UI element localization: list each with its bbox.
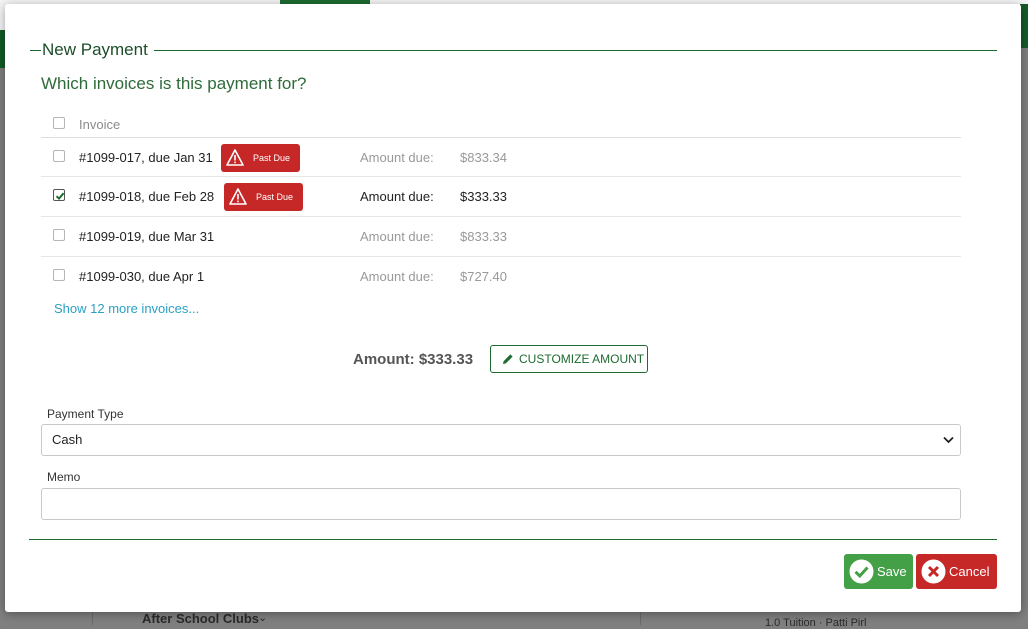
invoice-row[interactable]: #1099-018, due Feb 28 Past Due Amount du… (41, 177, 961, 217)
save-button[interactable]: Save (844, 554, 913, 589)
warning-icon (226, 149, 244, 166)
select-all-checkbox[interactable] (53, 117, 65, 129)
cancel-label: Cancel (949, 564, 990, 579)
invoice-label: #1099-017, due Jan 31 (79, 150, 213, 165)
invoice-table: Invoice #1099-017, due Jan 31 Past Due A… (41, 106, 961, 295)
invoice-checkbox[interactable] (53, 150, 65, 162)
title-divider-right (154, 50, 997, 51)
amount-due-value: $333.33 (460, 189, 507, 204)
title-divider-left (30, 50, 41, 51)
invoice-row[interactable]: #1099-017, due Jan 31 Past Due Amount du… (41, 138, 961, 177)
invoice-table-header: Invoice (41, 106, 961, 138)
x-circle-icon (921, 559, 946, 584)
amount-due-label: Amount due: (360, 189, 434, 204)
badge-label: Past Due (253, 153, 291, 163)
payment-type-label: Payment Type (47, 407, 124, 421)
chevron-down-icon: ⌄ (258, 612, 268, 624)
memo-label: Memo (47, 470, 81, 484)
amount-due-value: $727.40 (460, 269, 507, 284)
invoice-label: #1099-030, due Apr 1 (79, 269, 205, 284)
chevron-down-icon (943, 436, 954, 444)
amount-due-value: $833.34 (460, 150, 507, 165)
payment-type-select[interactable]: Cash (41, 424, 961, 456)
past-due-badge: Past Due (221, 144, 301, 172)
check-circle-icon (849, 559, 874, 584)
invoice-row[interactable]: #1099-030, due Apr 1 Amount due: $727.40 (41, 257, 961, 295)
warning-icon (229, 188, 247, 205)
invoice-question: Which invoices is this payment for? (41, 74, 307, 93)
modal-title-row: New Payment (30, 40, 997, 62)
past-due-badge: Past Due (224, 183, 304, 211)
badge-label: Past Due (256, 192, 294, 202)
invoice-checkbox[interactable] (53, 269, 65, 281)
new-payment-modal: New Payment Which invoices is this payme… (5, 4, 1021, 612)
amount-due-label: Amount due: (360, 229, 434, 244)
customize-amount-button[interactable]: CUSTOMIZE AMOUNT (490, 345, 648, 373)
invoice-checkbox[interactable] (53, 189, 65, 201)
invoice-label: #1099-018, due Feb 28 (79, 189, 215, 204)
background-misc-text: 1.0 Tuition · Patti Pirl (765, 617, 867, 629)
show-more-invoices-link[interactable]: Show 12 more invoices... (54, 301, 199, 316)
checkmark-icon (55, 192, 65, 201)
invoice-checkbox[interactable] (53, 229, 65, 241)
invoice-column-header: Invoice (79, 117, 121, 132)
invoice-label: #1099-019, due Mar 31 (79, 229, 215, 244)
memo-input[interactable] (41, 488, 961, 520)
background-section-label: After School Clubs (142, 611, 260, 626)
customize-amount-label: CUSTOMIZE AMOUNT (519, 352, 645, 366)
payment-type-value: Cash (52, 432, 83, 447)
pencil-icon (503, 354, 513, 364)
save-label: Save (877, 564, 907, 579)
modal-title: New Payment (42, 40, 148, 59)
invoice-row[interactable]: #1099-019, due Mar 31 Amount due: $833.3… (41, 217, 961, 257)
amount-due-label: Amount due: (360, 269, 434, 284)
amount-due-value: $833.33 (460, 229, 507, 244)
amount-due-label: Amount due: (360, 150, 434, 165)
cancel-button[interactable]: Cancel (916, 554, 997, 589)
footer-divider (29, 539, 997, 540)
background-green-bar-right (1020, 4, 1028, 48)
payment-amount: Amount: $333.33 (353, 351, 474, 368)
